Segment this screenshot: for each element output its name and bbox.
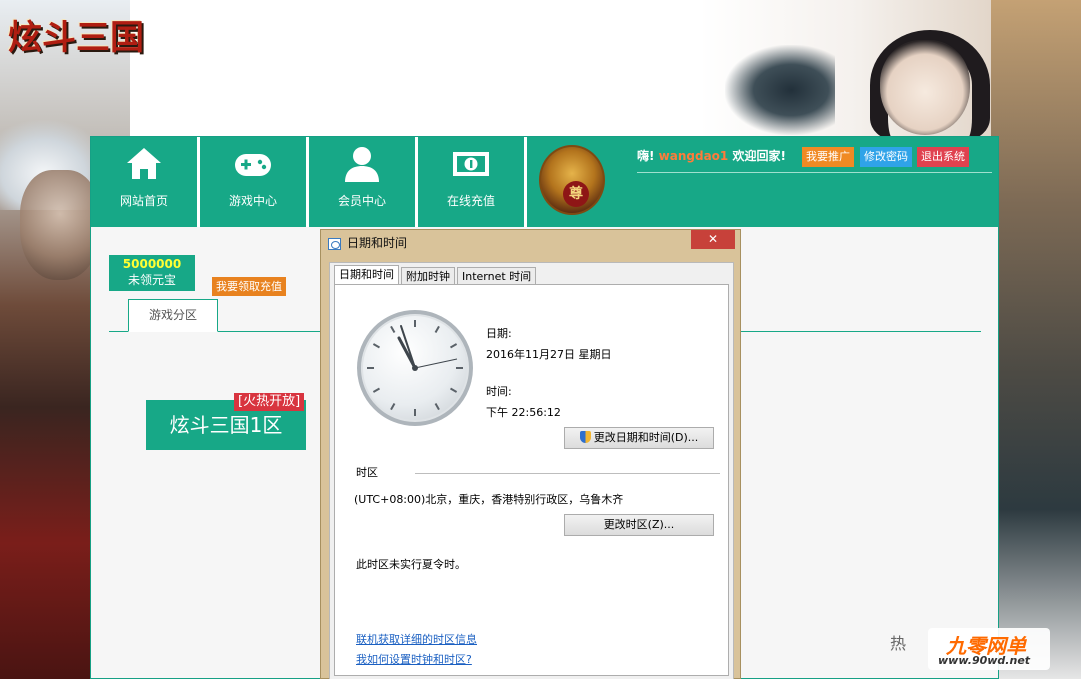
greeting-prefix: 嗨!: [637, 149, 655, 163]
girl-face-art: [880, 40, 970, 135]
time-value: 下午 22:56:12: [486, 406, 561, 419]
promote-button[interactable]: 我要推广: [802, 147, 854, 167]
nav-item-label: 在线充值: [446, 194, 495, 208]
tab-internet-time[interactable]: Internet 时间: [457, 267, 537, 285]
nav-item-member[interactable]: 会员中心: [309, 137, 415, 227]
header-divider: [637, 172, 992, 173]
watermark: 九零网单 www.90wd.net: [928, 628, 1050, 670]
dst-note: 此时区未实行夏令时。: [356, 558, 466, 571]
tab-additional-clocks[interactable]: 附加时钟: [401, 267, 455, 285]
user-icon: [345, 147, 379, 182]
claim-recharge-button[interactable]: 我要领取充值: [212, 277, 286, 296]
avatar[interactable]: 尊: [539, 145, 605, 215]
how-to-set-link[interactable]: 我如何设置时钟和时区?: [356, 651, 472, 667]
date-value: 2016年11月27日 星期日: [486, 348, 612, 361]
clock-face-icon: [367, 320, 463, 416]
greeting-suffix: 欢迎回家!: [732, 149, 786, 163]
datetime-dialog: 日期和时间 ✕ 日期和时间 附加时钟 Internet 时间 日期: 2016年…: [320, 229, 741, 679]
timezone-value: (UTC+08:00)北京，重庆，香港特别行政区，乌鲁木齐: [354, 493, 624, 506]
nav-item-home[interactable]: 网站首页: [91, 137, 197, 227]
throne-art-right: [991, 0, 1081, 679]
hot-badge: [火热开放]: [234, 393, 305, 411]
home-icon: [127, 148, 161, 179]
analog-clock: [357, 310, 473, 426]
nav-item-label: 会员中心: [337, 194, 386, 208]
main-nav: 网站首页 游戏中心 会员中心 在线充值 尊 嗨! wangdao1 欢迎回家! …: [91, 137, 998, 227]
change-datetime-button[interactable]: 更改日期和时间(D)...: [564, 427, 714, 449]
coin-label: 未领元宝: [127, 273, 176, 287]
change-timezone-button[interactable]: 更改时区(Z)...: [564, 514, 714, 536]
dialog-title: 日期和时间: [347, 236, 408, 250]
dialog-tabs: 日期和时间 附加时钟 Internet 时间: [334, 265, 538, 285]
site-logo[interactable]: 炫斗三国: [8, 10, 158, 70]
timezone-heading: 时区: [356, 466, 378, 479]
change-datetime-label: 更改日期和时间(D)...: [593, 431, 699, 444]
close-button[interactable]: ✕: [691, 230, 735, 249]
uac-shield-icon: [579, 431, 591, 443]
bird-art: [725, 45, 835, 135]
timezone-info-link[interactable]: 联机获取详细的时区信息: [356, 631, 477, 647]
username: wangdao1: [658, 149, 729, 163]
nav-item-label: 游戏中心: [228, 194, 277, 208]
time-label: 时间:: [486, 385, 512, 398]
logout-button[interactable]: 退出系统: [917, 147, 969, 167]
tab-game-zones[interactable]: 游戏分区: [128, 299, 218, 332]
change-password-button[interactable]: 修改密码: [860, 147, 912, 167]
user-header: 尊 嗨! wangdao1 欢迎回家! 我要推广 修改密码 退出系统: [527, 137, 998, 227]
nav-item-label: 网站首页: [119, 194, 168, 208]
watermark-url: www.90wd.net: [938, 654, 1031, 667]
vip-badge: 尊: [563, 181, 589, 207]
watermark-side-text: 热: [890, 634, 907, 653]
dialog-titlebar[interactable]: 日期和时间: [321, 230, 740, 257]
date-label: 日期:: [486, 327, 512, 340]
clock-window-icon: [328, 238, 341, 250]
coin-value: 5000000: [122, 257, 182, 271]
timezone-divider: [415, 473, 720, 474]
warrior-face-art: [20, 170, 100, 280]
gamepad-icon: [235, 154, 271, 176]
dialog-body: 日期和时间 附加时钟 Internet 时间 日期: 2016年11月27日 星…: [329, 262, 734, 679]
coin-box: 5000000 未领元宝: [109, 255, 195, 291]
tab-page-date-time: 日期: 2016年11月27日 星期日 时间: 下午 22:56:12 更改日期…: [334, 284, 729, 676]
nav-item-recharge[interactable]: 在线充值: [418, 137, 524, 227]
money-icon: [453, 152, 489, 176]
greeting: 嗨! wangdao1 欢迎回家!: [637, 147, 786, 164]
nav-item-games[interactable]: 游戏中心: [200, 137, 306, 227]
tab-date-time[interactable]: 日期和时间: [334, 265, 399, 285]
